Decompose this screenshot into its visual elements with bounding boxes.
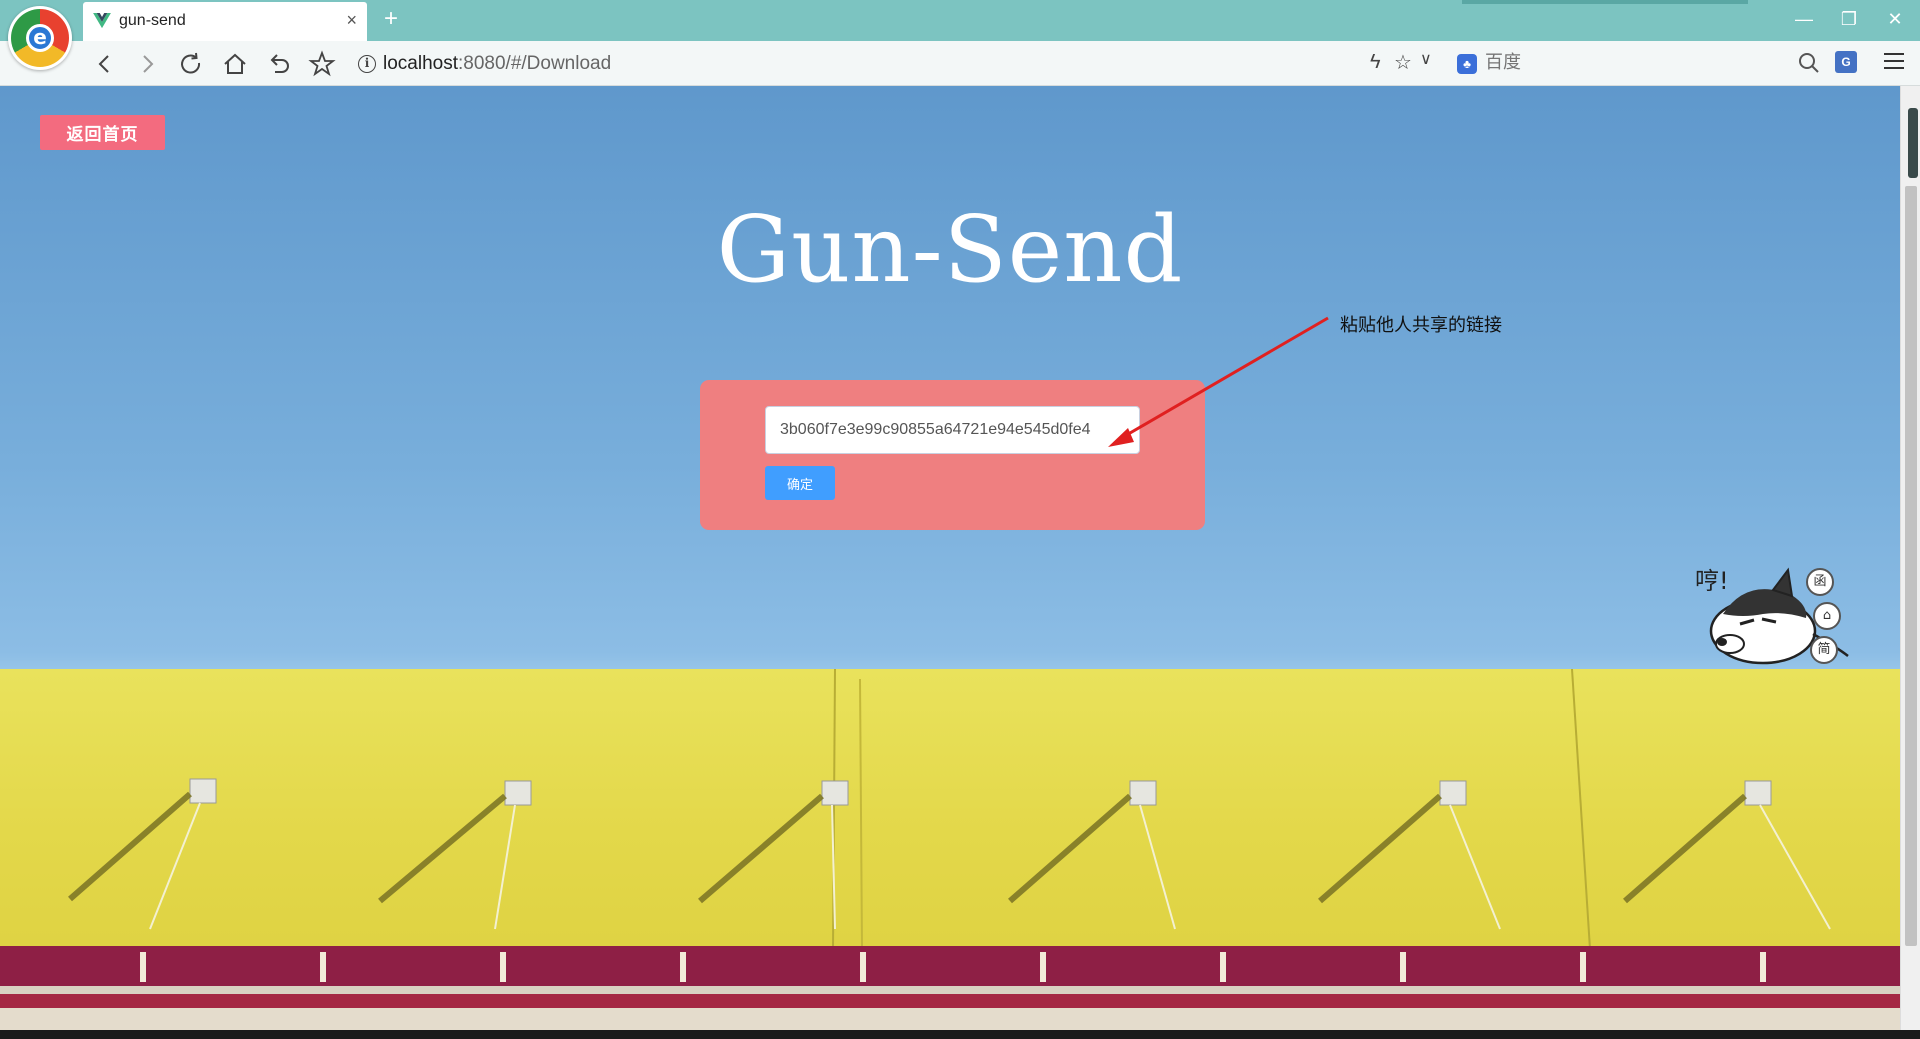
site-info-icon[interactable]: i — [358, 55, 376, 73]
new-tab-button[interactable]: + — [384, 7, 398, 31]
search-box[interactable]: ♣ — [1455, 50, 1775, 78]
tab-title: gun-send — [119, 12, 186, 29]
page-viewport: 返回首页 Gun-Send 确定 粘贴他人共享的链接 哼! 函 ⌂ 简 — [0, 86, 1900, 1030]
translate-icon[interactable]: G — [1835, 51, 1857, 73]
taskbar-edge — [0, 1030, 1920, 1039]
back-home-button[interactable]: 返回首页 — [40, 115, 165, 150]
home-page-button[interactable] — [220, 49, 250, 79]
close-window-button[interactable]: ✕ — [1880, 8, 1910, 30]
lightning-icon[interactable]: ϟ — [1370, 51, 1381, 74]
red-awning — [0, 946, 1900, 1030]
tab-bar: gun-send × + — ❐ ✕ — [0, 0, 1920, 41]
paw-button-home[interactable]: ⌂ — [1813, 602, 1841, 630]
bookmark-star-icon — [308, 50, 336, 77]
back-icon — [98, 55, 109, 73]
menu-icon[interactable] — [1884, 53, 1904, 71]
tab-strip-highlight — [1462, 0, 1748, 4]
forward-icon — [143, 55, 154, 73]
confirm-button[interactable]: 确定 — [765, 466, 835, 500]
page-scrollbar[interactable] — [1900, 86, 1920, 1030]
url-host: localhost — [383, 53, 458, 74]
url-text[interactable]: localhost:8080/#/Download — [383, 53, 611, 75]
search-input[interactable] — [1485, 52, 1745, 73]
address-bar[interactable]: i localhost:8080/#/Download — [356, 50, 1346, 78]
chevron-down-icon[interactable]: ∨ — [1420, 49, 1432, 69]
wall-shadows — [68, 669, 1831, 949]
browser-logo-e-icon: e — [26, 24, 54, 52]
home-icon — [224, 53, 246, 74]
vue-icon — [93, 13, 111, 29]
search-icon[interactable] — [1797, 51, 1821, 75]
scrollbar-edge-handle — [1908, 108, 1918, 178]
paw-button-simplified[interactable]: 简 — [1810, 636, 1838, 664]
undo-close-button[interactable] — [264, 49, 294, 79]
paw-button-letter[interactable]: 函 — [1806, 568, 1834, 596]
bookmark-button[interactable] — [307, 49, 337, 79]
forward-button[interactable] — [132, 49, 162, 79]
restore-button[interactable]: ❐ — [1834, 8, 1864, 30]
page-title: Gun-Send — [716, 196, 1184, 303]
reload-button[interactable] — [176, 49, 206, 79]
close-tab-icon[interactable]: × — [346, 11, 357, 29]
baidu-icon[interactable]: ♣ — [1457, 54, 1477, 74]
browser-toolbar: i localhost:8080/#/Download ϟ ☆ ∨ ♣ G — [0, 41, 1920, 86]
tab-gun-send[interactable]: gun-send × — [83, 2, 367, 41]
scrollbar-thumb[interactable] — [1905, 186, 1917, 946]
minimize-button[interactable]: — — [1789, 8, 1819, 30]
share-link-input[interactable] — [765, 406, 1140, 454]
annotation-text: 粘贴他人共享的链接 — [1340, 315, 1502, 336]
undo-icon — [270, 54, 289, 73]
favorite-star-icon[interactable]: ☆ — [1394, 50, 1412, 75]
reload-icon — [181, 52, 201, 74]
annotation-arrow — [1108, 316, 1329, 447]
url-path: :8080/#/Download — [458, 53, 612, 74]
back-button[interactable] — [90, 49, 120, 79]
browser-logo[interactable]: e — [8, 6, 72, 70]
